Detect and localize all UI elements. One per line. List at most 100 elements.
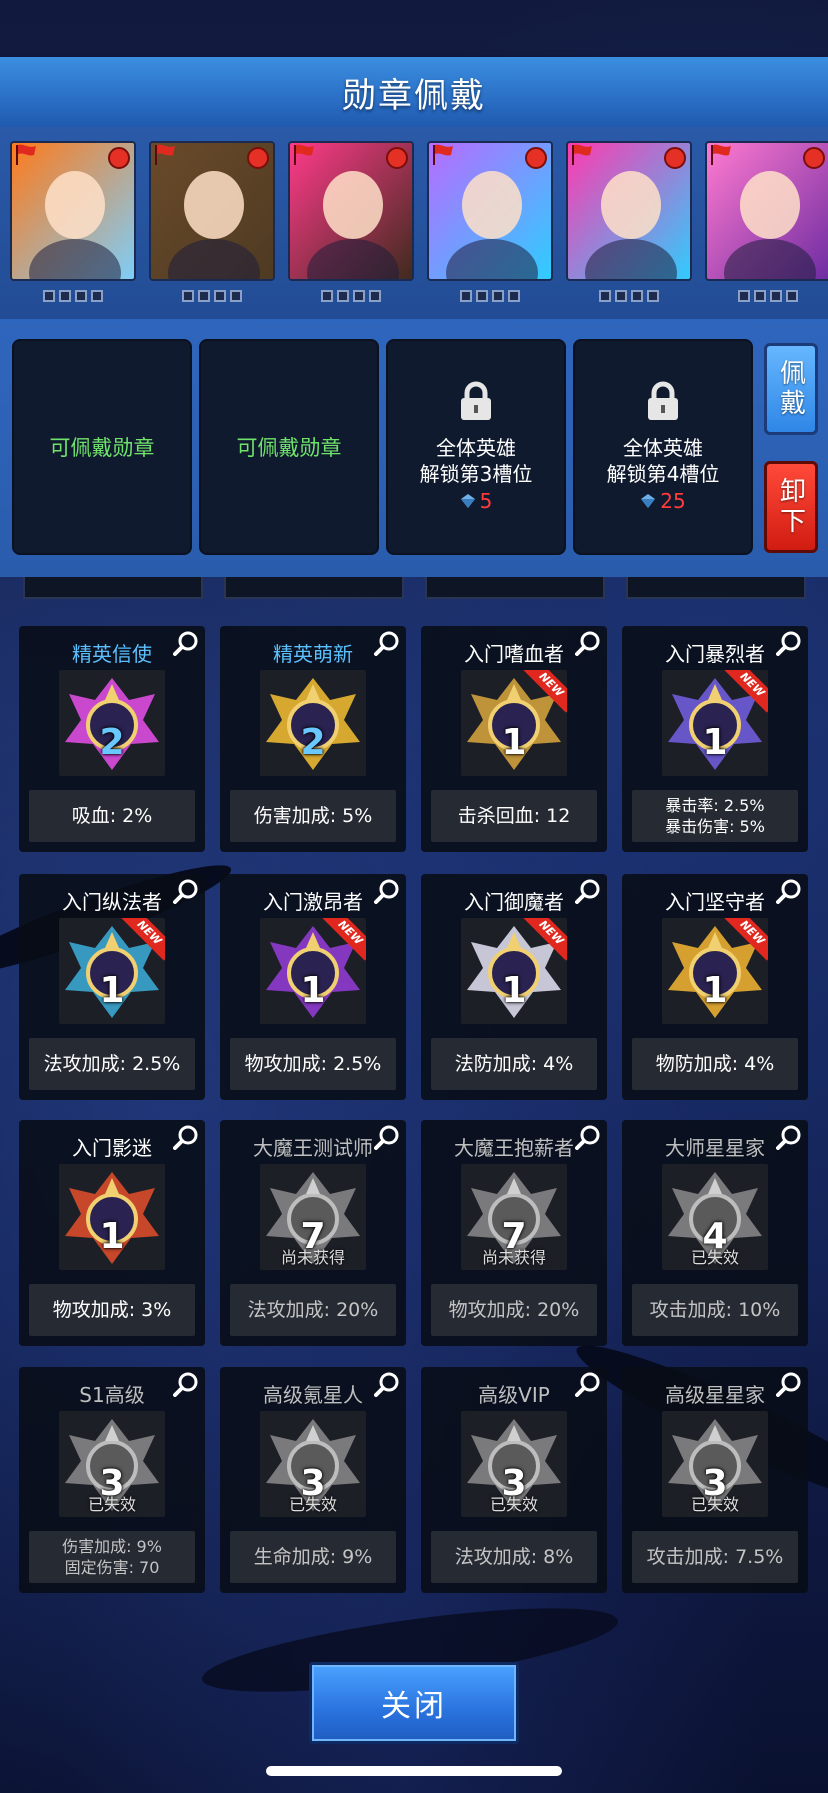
badge-slot-available[interactable]: 可佩戴勋章	[12, 339, 192, 555]
flag-icon	[711, 144, 731, 165]
badge-stat-line: 吸血: 2%	[71, 804, 153, 827]
badge-stat: 法防加成: 4%	[431, 1038, 597, 1090]
hero-portrait[interactable]	[10, 141, 136, 281]
badge-card[interactable]: 高级星星家 3 已失效 攻击加成: 7.5%	[622, 1367, 808, 1593]
hero-badge-slots	[566, 290, 692, 302]
badge-level: 1	[501, 970, 527, 1011]
badge-level: 1	[99, 970, 125, 1011]
home-indicator	[266, 1766, 562, 1776]
badge-card-partial	[626, 577, 806, 599]
cost-value: 25	[660, 489, 686, 513]
badge-emblem: 3 已失效	[59, 1411, 165, 1517]
magnify-icon[interactable]	[575, 878, 601, 904]
status-dot-icon	[386, 147, 408, 169]
wear-button[interactable]: 佩戴	[764, 343, 818, 435]
slot-unlock-label: 解锁第3槽位	[419, 462, 533, 486]
hero-slot-indicator	[337, 290, 349, 302]
magnify-icon[interactable]	[575, 1371, 601, 1397]
badge-emblem: 1	[59, 1164, 165, 1270]
hero-badge-slots	[149, 290, 275, 302]
badge-stat-line: 暴击伤害: 5%	[665, 817, 765, 836]
badge-card[interactable]: 入门嗜血者 1 NEW 击杀回血: 12	[421, 626, 607, 852]
badge-status: 已失效	[690, 1495, 739, 1514]
hero-portrait[interactable]	[149, 141, 275, 281]
badge-card[interactable]: 大师星星家 4 已失效 攻击加成: 10%	[622, 1120, 808, 1346]
flag-icon	[155, 144, 175, 165]
badge-status: 已失效	[87, 1495, 136, 1514]
hero-slot-indicator	[460, 290, 472, 302]
badge-card[interactable]: 入门纵法者 1 NEW 法攻加成: 2.5%	[19, 874, 205, 1100]
badge-stat-line: 法防加成: 4%	[454, 1052, 574, 1075]
badge-status: 尚未获得	[280, 1248, 345, 1267]
magnify-icon[interactable]	[776, 878, 802, 904]
badge-card[interactable]: 精英萌新 2 伤害加成: 5%	[220, 626, 406, 852]
magnify-icon[interactable]	[776, 1371, 802, 1397]
badge-card[interactable]: 高级氪星人 3 已失效 生命加成: 9%	[220, 1367, 406, 1593]
gem-icon	[641, 494, 656, 508]
badge-grid[interactable]: 精英信使 2 吸血: 2% 精英萌新 2 伤害加成: 5% 入门嗜血者 1 NEW 击杀回血: 1…	[0, 577, 828, 1610]
badge-card[interactable]: 入门暴烈者 1 NEW 暴击率: 2.5% 暴击伤害: 5%	[622, 626, 808, 852]
badge-level: 1	[501, 722, 527, 763]
badge-card[interactable]: 大魔王测试师 7 尚未获得 法攻加成: 20%	[220, 1120, 406, 1346]
close-button[interactable]: 关闭	[309, 1662, 519, 1744]
hero-slot-indicator	[754, 290, 766, 302]
badge-stat: 击杀回血: 12	[431, 790, 597, 842]
badge-stat: 攻击加成: 10%	[632, 1284, 798, 1336]
magnify-icon[interactable]	[776, 630, 802, 656]
badge-slot-locked[interactable]: 全体英雄 解锁第3槽位 5	[386, 339, 566, 555]
badge-card[interactable]: 大魔王抱薪者 7 尚未获得 物攻加成: 20%	[421, 1120, 607, 1346]
badge-stat: 暴击率: 2.5% 暴击伤害: 5%	[632, 790, 798, 842]
badge-slot-locked[interactable]: 全体英雄 解锁第4槽位 25	[573, 339, 753, 555]
magnify-icon[interactable]	[374, 878, 400, 904]
hero-portrait[interactable]	[427, 141, 553, 281]
magnify-icon[interactable]	[173, 1371, 199, 1397]
badge-stat-line: 暴击率: 2.5%	[665, 796, 765, 815]
status-dot-icon	[664, 147, 686, 169]
hero-slot-indicator	[615, 290, 627, 302]
slot-label: 可佩戴勋章	[49, 436, 155, 460]
badge-card[interactable]: 入门影迷 1 物攻加成: 3%	[19, 1120, 205, 1346]
badge-card[interactable]: 高级VIP 3 已失效 法攻加成: 8%	[421, 1367, 607, 1593]
badge-card[interactable]: 入门御魔者 1 NEW 法防加成: 4%	[421, 874, 607, 1100]
remove-button[interactable]: 卸下	[764, 461, 818, 553]
badge-card[interactable]: 入门坚守者 1 NEW 物防加成: 4%	[622, 874, 808, 1100]
badge-stat: 物攻加成: 20%	[431, 1284, 597, 1336]
badge-slot-available[interactable]: 可佩戴勋章	[199, 339, 379, 555]
magnify-icon[interactable]	[173, 630, 199, 656]
flag-icon	[572, 144, 592, 165]
badge-card[interactable]: 精英信使 2 吸血: 2%	[19, 626, 205, 852]
hero-portrait[interactable]	[705, 141, 828, 281]
badge-emblem: 3 已失效	[662, 1411, 768, 1517]
slot-unlock-label: 解锁第4槽位	[606, 462, 720, 486]
badge-status: 已失效	[489, 1495, 538, 1514]
badge-emblem: 2	[59, 670, 165, 776]
magnify-icon[interactable]	[374, 1124, 400, 1150]
magnify-icon[interactable]	[173, 878, 199, 904]
page-title: 勋章佩戴	[342, 75, 486, 116]
hero-portrait[interactable]	[288, 141, 414, 281]
badge-level: 2	[300, 722, 326, 763]
hero-slot-indicator	[198, 290, 210, 302]
magnify-icon[interactable]	[575, 1124, 601, 1150]
hero-slot-indicator	[230, 290, 242, 302]
hero-slot-indicator	[182, 290, 194, 302]
hero-portrait[interactable]	[566, 141, 692, 281]
badge-level: 2	[99, 722, 125, 763]
magnify-icon[interactable]	[776, 1124, 802, 1150]
badge-emblem: 7 尚未获得	[461, 1164, 567, 1270]
hero-slot-indicator	[476, 290, 488, 302]
badge-emblem: 1 NEW	[461, 670, 567, 776]
hero-slot-indicator	[631, 290, 643, 302]
magnify-icon[interactable]	[173, 1124, 199, 1150]
magnify-icon[interactable]	[374, 630, 400, 656]
badge-card[interactable]: S1高级 3 已失效 伤害加成: 9% 固定伤害: 70	[19, 1367, 205, 1593]
magnify-icon[interactable]	[575, 630, 601, 656]
hero-slot-indicator	[738, 290, 750, 302]
badge-card[interactable]: 入门激昂者 1 NEW 物攻加成: 2.5%	[220, 874, 406, 1100]
magnify-icon[interactable]	[374, 1371, 400, 1397]
badge-stat: 物攻加成: 3%	[29, 1284, 195, 1336]
hero-strip[interactable]	[0, 127, 828, 319]
badge-stat: 伤害加成: 5%	[230, 790, 396, 842]
badge-level: 1	[702, 722, 728, 763]
hero-slot-indicator	[321, 290, 333, 302]
